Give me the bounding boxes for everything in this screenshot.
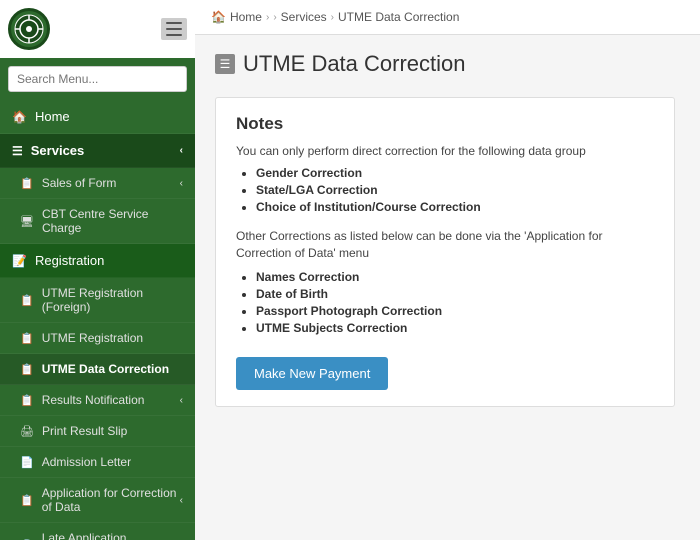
results-icon: 📋 (20, 394, 34, 407)
sidebar-item-late-app[interactable]: 🕐 Late Application (Regularisation) ‹ (0, 523, 195, 540)
sidebar-utme-dc-label: UTME Data Correction (42, 362, 169, 376)
sidebar-admission-label: Admission Letter (42, 455, 131, 469)
search-input[interactable] (8, 66, 187, 92)
cbt-icon: 🖥 (20, 215, 34, 228)
sidebar-item-print-slip[interactable]: 🖨 Print Result Slip (0, 416, 195, 447)
sidebar-registration-label: Registration (35, 253, 104, 268)
sidebar-item-utme-data-correction[interactable]: 📋 UTME Data Correction (0, 354, 195, 385)
content-area: ☰ UTME Data Correction Notes You can onl… (195, 35, 700, 540)
sidebar-item-utme-registration[interactable]: 📋 UTME Registration (0, 323, 195, 354)
sidebar-item-results[interactable]: 📋 Results Notification ‹ (0, 385, 195, 416)
separator-1: › (266, 12, 269, 23)
sidebar-item-services[interactable]: ☰ Services ‹ (0, 134, 195, 168)
sidebar-item-sales-of-form[interactable]: 📋 Sales of Form ‹ (0, 168, 195, 199)
home-icon: 🏠 (12, 110, 27, 124)
sidebar-item-utme-foreign[interactable]: 📋 UTME Registration (Foreign) (0, 278, 195, 323)
sidebar-item-app-correction[interactable]: 📋 Application for Correction of Data ‹ (0, 478, 195, 523)
sidebar: 🏠 Home ☰ Services ‹ 📋 Sales of Form ‹ 🖥 … (0, 0, 195, 540)
main-content: 🏠 Home › › Services › UTME Data Correcti… (195, 0, 700, 540)
breadcrumb-current: UTME Data Correction (338, 10, 459, 24)
registration-icon: 📝 (12, 254, 27, 268)
other-corrections-list: Names Correction Date of Birth Passport … (236, 270, 654, 335)
sidebar-late-app-label: Late Application (Regularisation) (42, 531, 180, 540)
page-title-icon: ☰ (215, 54, 235, 74)
make-payment-button[interactable]: Make New Payment (236, 357, 388, 390)
sidebar-print-label: Print Result Slip (42, 424, 127, 438)
breadcrumb: 🏠 Home › › Services › UTME Data Correcti… (195, 0, 700, 35)
notes-card: Notes You can only perform direct correc… (215, 97, 675, 407)
utme-dc-icon: 📋 (20, 363, 34, 376)
notes-subtitle: You can only perform direct correction f… (236, 144, 654, 158)
sidebar-item-home[interactable]: 🏠 Home (0, 100, 195, 134)
admission-icon: 📄 (20, 456, 34, 469)
chevron-app-icon: ‹ (180, 495, 183, 506)
sidebar-item-home-label: Home (35, 109, 70, 124)
services-icon: ☰ (12, 144, 23, 158)
correction-passport: Passport Photograph Correction (256, 304, 654, 318)
utme-foreign-icon: 📋 (20, 294, 34, 307)
app-correction-icon: 📋 (20, 494, 34, 507)
page-title: ☰ UTME Data Correction (215, 51, 680, 77)
sidebar-item-sales-label: Sales of Form (42, 176, 117, 190)
notes-title: Notes (236, 114, 654, 134)
separator-2: › (273, 12, 276, 23)
breadcrumb-services-link[interactable]: Services (281, 10, 327, 24)
sales-icon: 📋 (20, 177, 34, 190)
correction-names: Names Correction (256, 270, 654, 284)
sidebar-item-registration[interactable]: 📝 Registration (0, 244, 195, 278)
correction-state-lga: State/LGA Correction (256, 183, 654, 197)
sidebar-utme-foreign-label: UTME Registration (Foreign) (42, 286, 183, 314)
sidebar-results-label: Results Notification (42, 393, 145, 407)
sidebar-item-cbt[interactable]: 🖥 CBT Centre Service Charge (0, 199, 195, 244)
correction-gender: Gender Correction (256, 166, 654, 180)
breadcrumb-home-link[interactable]: Home (230, 10, 262, 24)
print-icon: 🖨 (20, 425, 34, 438)
sidebar-item-cbt-label: CBT Centre Service Charge (42, 207, 183, 235)
chevron-sales-icon: ‹ (180, 178, 183, 189)
sidebar-utme-reg-label: UTME Registration (42, 331, 143, 345)
breadcrumb-home-icon: 🏠 (211, 10, 226, 24)
utme-reg-icon: 📋 (20, 332, 34, 345)
logo (8, 8, 50, 50)
separator-3: › (331, 12, 334, 23)
other-corrections-text: Other Corrections as listed below can be… (236, 228, 654, 262)
hamburger-icon[interactable] (161, 18, 187, 40)
correction-institution: Choice of Institution/Course Correction (256, 200, 654, 214)
chevron-icon: ‹ (180, 145, 183, 156)
direct-corrections-list: Gender Correction State/LGA Correction C… (236, 166, 654, 214)
correction-dob: Date of Birth (256, 287, 654, 301)
logo-area (0, 0, 195, 58)
sidebar-app-correction-label: Application for Correction of Data (42, 486, 180, 514)
correction-subjects: UTME Subjects Correction (256, 321, 654, 335)
page-title-text: UTME Data Correction (243, 51, 466, 77)
sidebar-item-admission[interactable]: 📄 Admission Letter (0, 447, 195, 478)
sidebar-item-services-label: Services (31, 143, 85, 158)
search-box (0, 58, 195, 100)
chevron-results-icon: ‹ (180, 395, 183, 406)
